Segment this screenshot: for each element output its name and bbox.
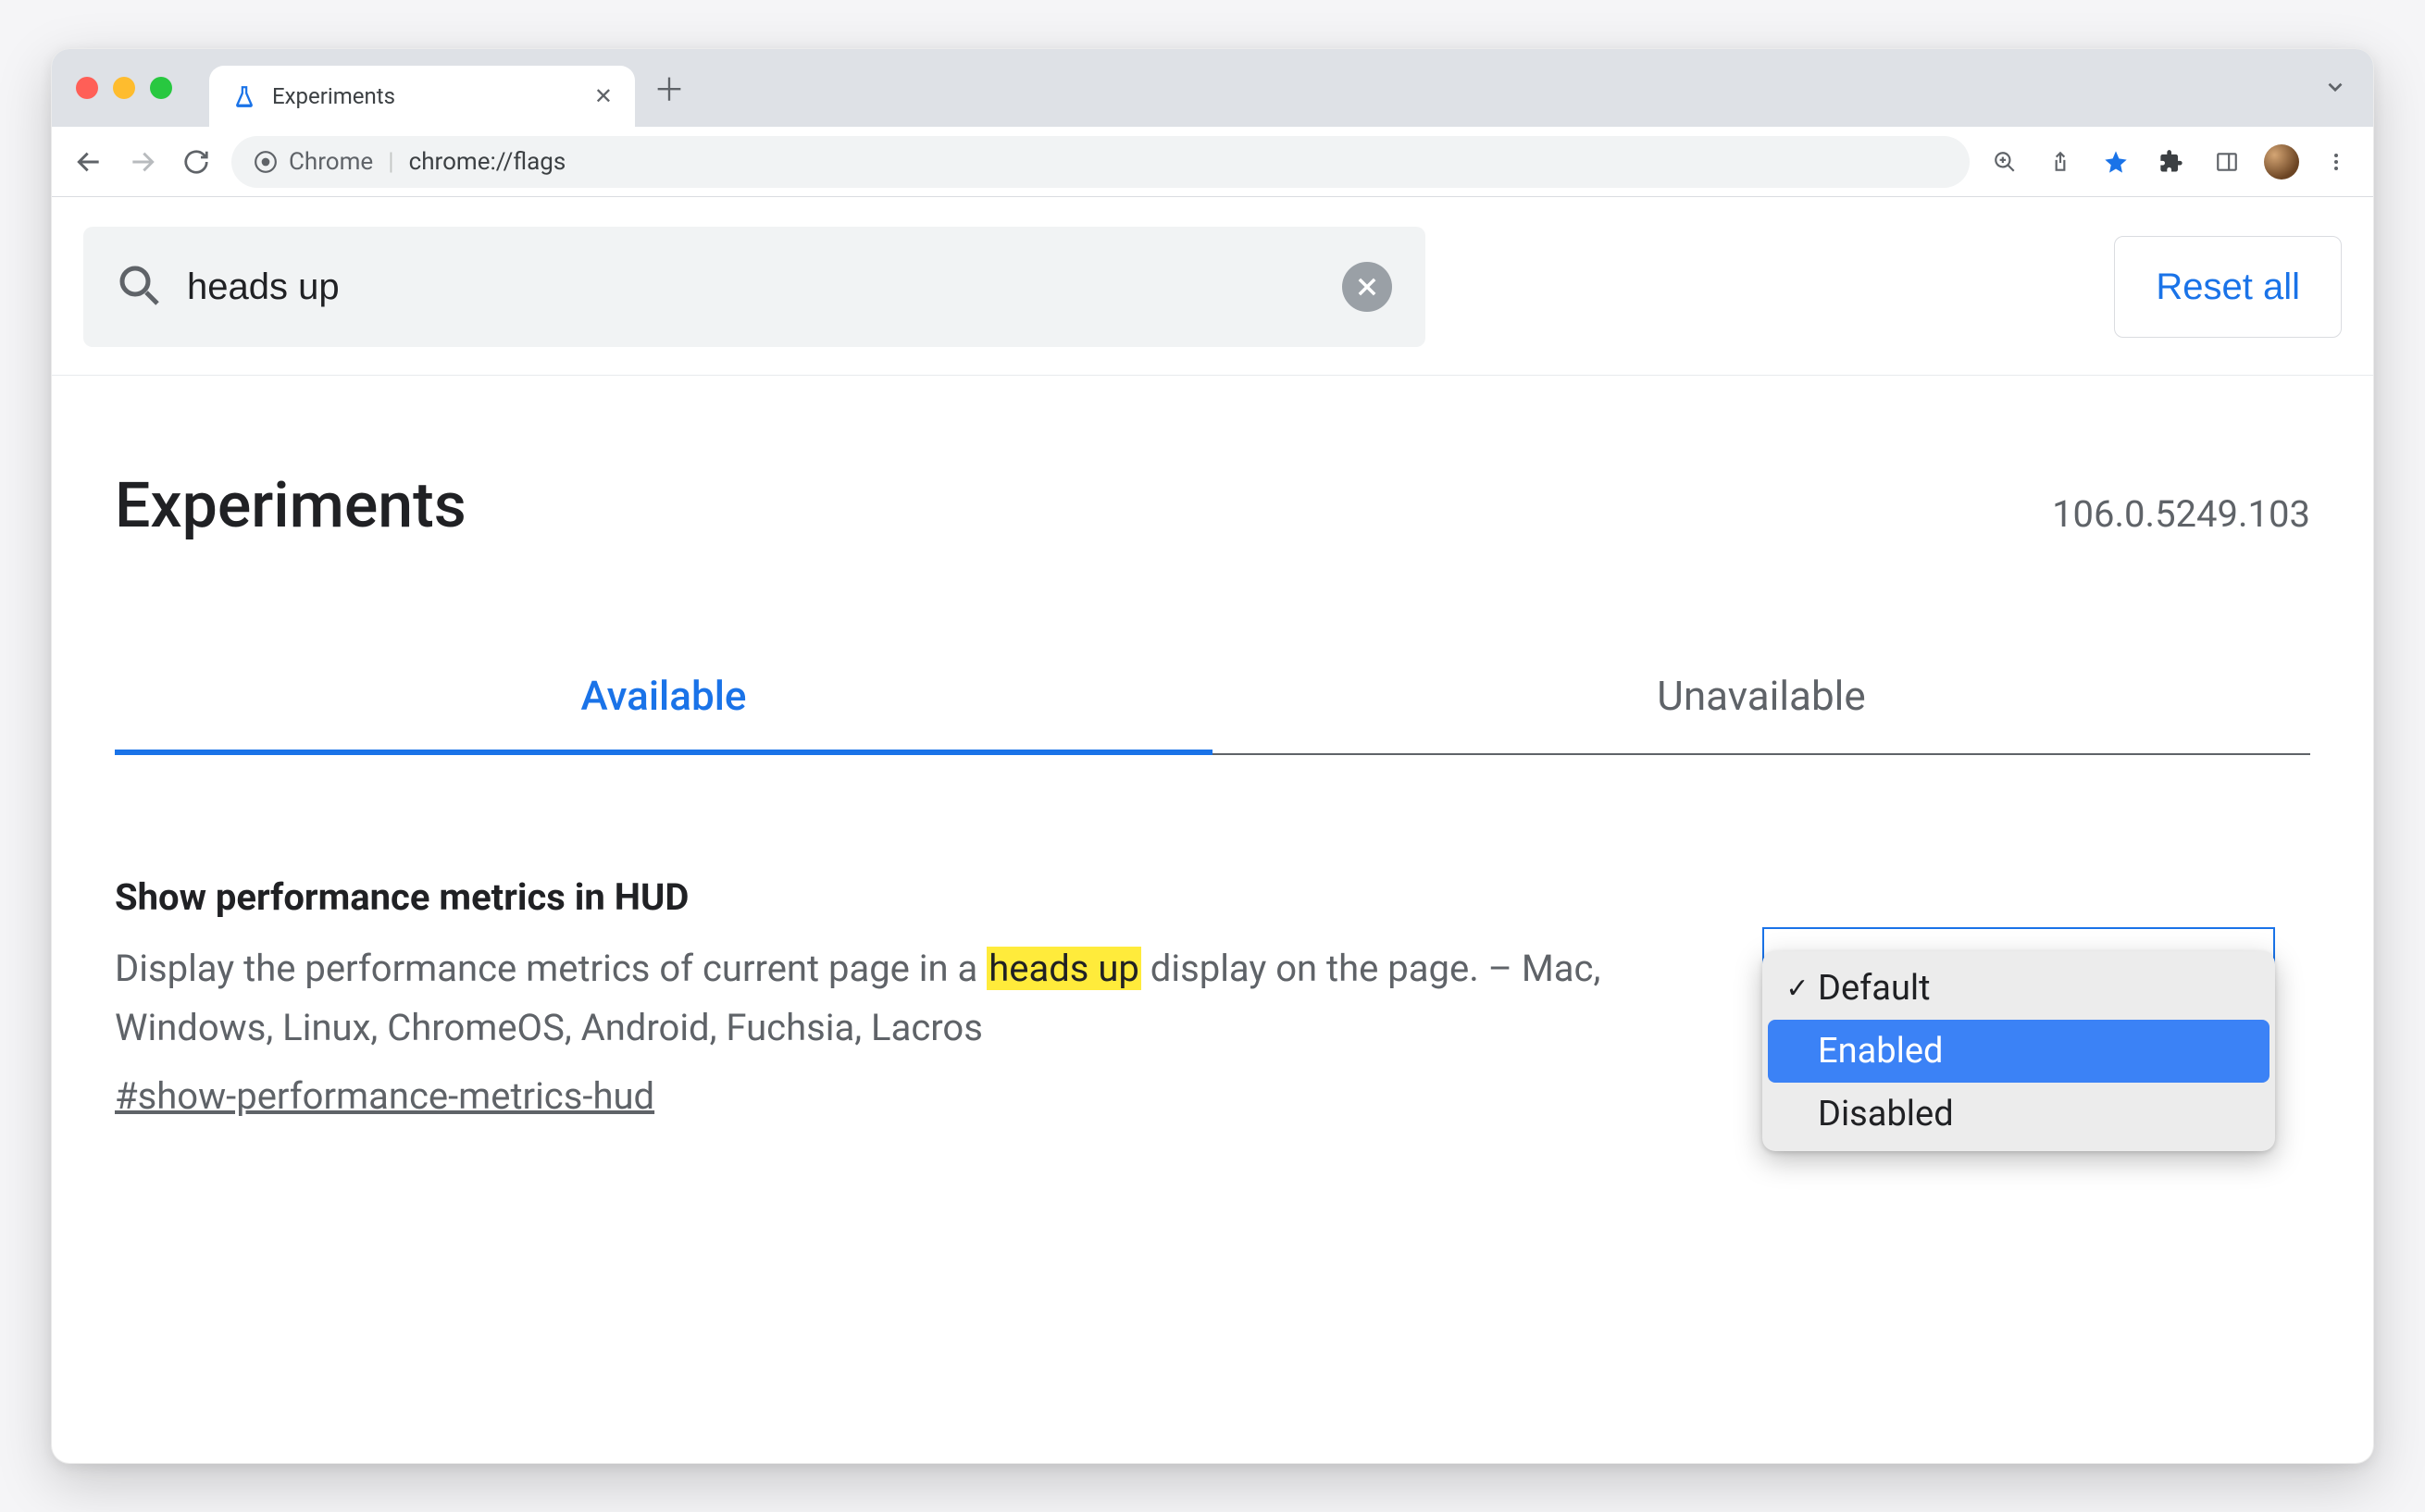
flag-row: Show performance metrics in HUD Display … <box>52 755 2373 1118</box>
version-label: 106.0.5249.103 <box>2052 492 2310 536</box>
browser-tab[interactable]: Experiments ✕ <box>209 66 635 127</box>
dropdown-option-disabled[interactable]: Disabled <box>1768 1083 2270 1146</box>
flag-info: Show performance metrics in HUD Display … <box>115 875 1707 1118</box>
menu-icon[interactable] <box>2318 143 2355 180</box>
omnibox-separator: | <box>388 148 393 176</box>
search-highlight: heads up <box>987 947 1141 990</box>
browser-window: Experiments ✕ ＋ Chrome | chrome://flags <box>51 48 2374 1464</box>
tabs-dropdown-button[interactable] <box>2323 75 2347 105</box>
toolbar-right <box>1986 143 2355 180</box>
reload-button[interactable] <box>178 143 215 180</box>
tab-available[interactable]: Available <box>115 672 1212 755</box>
extensions-icon[interactable] <box>2153 143 2190 180</box>
bookmark-star-icon[interactable] <box>2097 143 2134 180</box>
header-row: Experiments 106.0.5249.103 <box>52 376 2373 561</box>
window-controls <box>76 77 172 99</box>
address-bar[interactable]: Chrome | chrome://flags <box>231 136 1970 188</box>
close-tab-button[interactable]: ✕ <box>594 83 613 109</box>
new-tab-button[interactable]: ＋ <box>653 65 685 110</box>
search-row: Reset all <box>52 197 2373 376</box>
maximize-window-button[interactable] <box>150 77 172 99</box>
site-indicator-label: Chrome <box>289 148 373 176</box>
search-input[interactable] <box>187 266 1316 308</box>
forward-button[interactable] <box>124 143 161 180</box>
minimize-window-button[interactable] <box>113 77 135 99</box>
page-content: Reset all Experiments 106.0.5249.103 Ava… <box>52 197 2373 1118</box>
flask-icon <box>231 83 257 109</box>
search-box[interactable] <box>83 227 1425 347</box>
clear-search-button[interactable] <box>1342 262 1392 312</box>
tab-title: Experiments <box>272 83 579 109</box>
search-icon <box>117 263 161 311</box>
zoom-icon[interactable] <box>1986 143 2023 180</box>
back-button[interactable] <box>70 143 107 180</box>
toolbar: Chrome | chrome://flags <box>52 127 2373 197</box>
flag-control: ✓ Default Enabled Disabled <box>1762 881 2275 1118</box>
dropdown-label: Enabled <box>1818 1031 1943 1072</box>
tab-strip: Experiments ✕ ＋ <box>52 49 2373 127</box>
url-text: chrome://flags <box>409 148 566 176</box>
close-window-button[interactable] <box>76 77 98 99</box>
dropdown-label: Disabled <box>1818 1094 1954 1134</box>
check-icon: ✓ <box>1785 973 1810 1005</box>
tab-unavailable[interactable]: Unavailable <box>1212 672 2310 755</box>
sidepanel-icon[interactable] <box>2208 143 2245 180</box>
dropdown-option-enabled[interactable]: Enabled <box>1768 1020 2270 1083</box>
flag-hash-link[interactable]: #show-performance-metrics-hud <box>115 1074 654 1118</box>
dropdown-label: Default <box>1818 968 1931 1009</box>
reset-all-button[interactable]: Reset all <box>2114 236 2342 338</box>
profile-avatar[interactable] <box>2264 144 2299 180</box>
flag-description: Display the performance metrics of curre… <box>115 939 1707 1058</box>
dropdown-option-default[interactable]: ✓ Default <box>1768 957 2270 1020</box>
tabs: Available Unavailable <box>115 672 2310 755</box>
flag-select-dropdown: ✓ Default Enabled Disabled <box>1762 951 2275 1151</box>
chrome-icon <box>254 150 278 174</box>
flag-title: Show performance metrics in HUD <box>115 875 1707 919</box>
flag-desc-prefix: Display the performance metrics of curre… <box>115 947 987 990</box>
site-identity: Chrome <box>254 148 373 176</box>
page-title: Experiments <box>115 468 466 542</box>
share-icon[interactable] <box>2042 143 2079 180</box>
